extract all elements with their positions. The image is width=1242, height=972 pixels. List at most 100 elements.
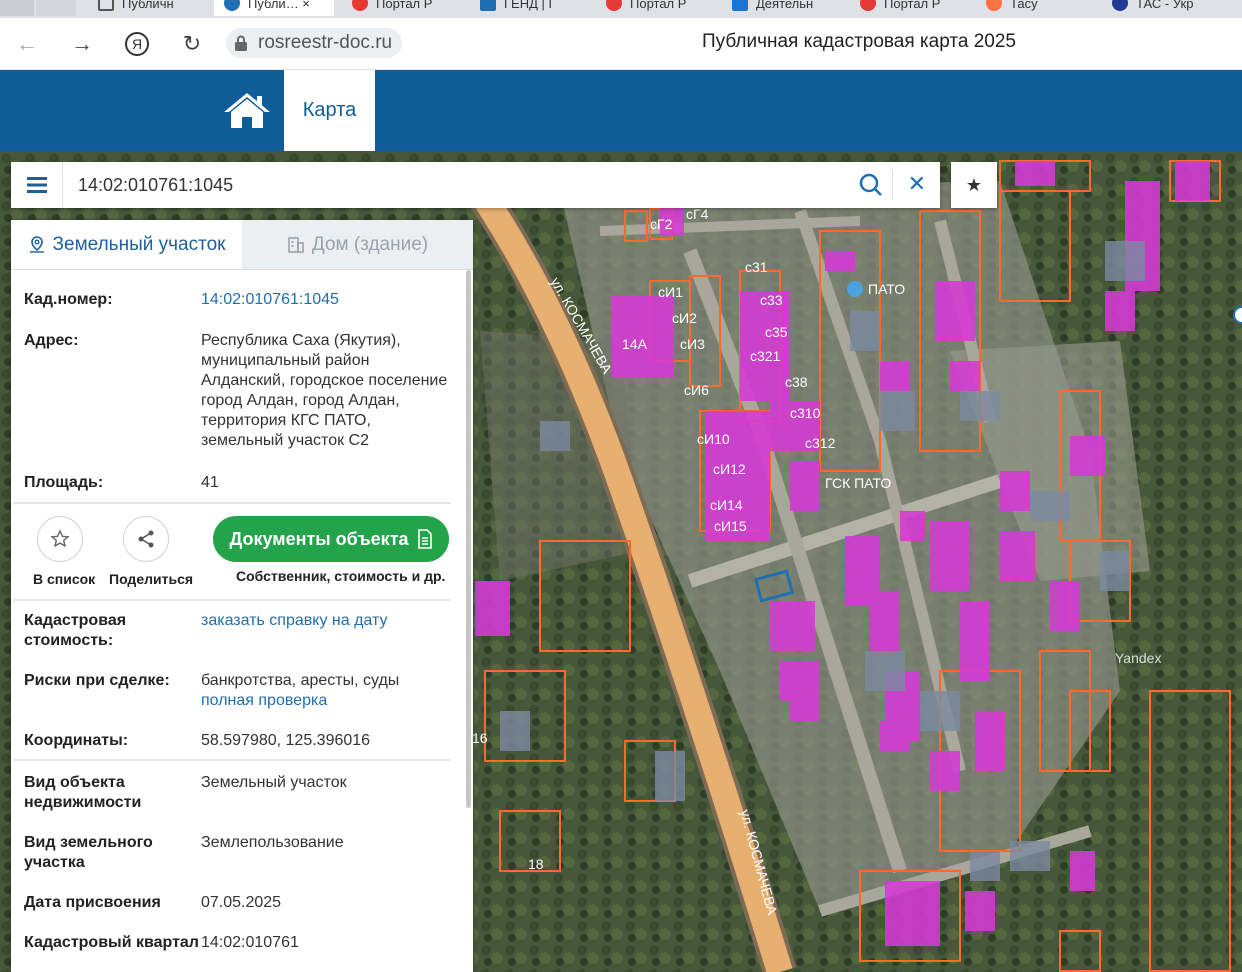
parcel-label: с38: [785, 374, 808, 390]
row-label: Кад.номер:: [24, 291, 113, 308]
parcel-label: с310: [790, 405, 821, 421]
reload-button[interactable]: ↻: [176, 28, 208, 60]
tab-building[interactable]: Дом (здание): [242, 220, 473, 269]
search-button[interactable]: [858, 172, 884, 198]
info-row-cadnumber: Кад.номер: 14:02:010761:1045: [11, 270, 455, 311]
browser-tab[interactable]: ГЕНД | Г: [480, 0, 590, 16]
forward-button[interactable]: →: [66, 28, 98, 60]
share-button[interactable]: [123, 516, 169, 562]
browser-tab[interactable]: Тасу: [986, 0, 1096, 16]
site-icon: [480, 0, 496, 11]
coordinates-value: 58.597980, 125.396016: [201, 732, 371, 749]
home-icon: [224, 93, 270, 128]
order-certificate-link[interactable]: заказать справку на дату: [201, 611, 451, 661]
clear-search-button[interactable]: ✕: [908, 171, 926, 197]
tab-label: ТАС - Укр: [1136, 0, 1194, 11]
parcel-label: сИ2: [672, 310, 697, 326]
documents-subtitle: Собственник, стоимость и др.: [236, 568, 446, 584]
site-icon: [732, 0, 748, 11]
parcel-label: 16: [472, 730, 488, 746]
parcel-label: сИ1: [658, 284, 683, 300]
parcel-label: сИ6: [684, 382, 709, 398]
parcel-label: с35: [765, 324, 788, 340]
row-label: Адрес:: [24, 332, 79, 349]
back-button[interactable]: ←: [11, 28, 43, 60]
nav-tab-map[interactable]: Карта: [284, 70, 375, 151]
tab-label: Деятельн: [756, 0, 814, 11]
search-icon: [859, 173, 882, 196]
browser-tab[interactable]: ТАС - Укр: [1112, 0, 1242, 16]
add-to-list-label: В список: [33, 571, 96, 587]
parcel-label: с321: [750, 348, 781, 364]
parcel-label: 14А: [622, 336, 648, 352]
parcel-label: сГ2: [650, 216, 673, 232]
parcel-label: сИ10: [697, 431, 730, 447]
building-icon: [288, 236, 304, 253]
info-row-land-type: Вид земельного участка Землепользование: [11, 821, 455, 881]
panel-tabs: Земельный участок Дом (здание): [11, 220, 473, 270]
site-icon: [606, 0, 622, 11]
car-icon: [847, 281, 863, 297]
object-info-panel: Земельный участок Дом (здание) Кад.номер…: [11, 220, 473, 972]
tab-label: ГЕНД | Г: [504, 0, 556, 11]
tab-label: Портал Р: [376, 0, 433, 11]
tab-land-plot[interactable]: Земельный участок: [11, 220, 242, 269]
site-icon: [986, 0, 1002, 11]
risks-text: банкротства, аресты, суды: [201, 672, 400, 689]
map-edge-marker: [1233, 306, 1242, 324]
add-to-list-button[interactable]: [37, 516, 83, 562]
tab-label: Земельный участок: [52, 233, 226, 255]
search-input[interactable]: [63, 174, 843, 196]
cadastral-search-bar: ✕: [11, 162, 940, 208]
row-label: Вид земельного участка: [24, 834, 153, 871]
parcel-label: 18: [528, 856, 544, 872]
divider: [892, 170, 893, 200]
yandex-attribution: Yandex: [1115, 650, 1161, 666]
poi-label: ПАТО: [868, 281, 905, 297]
star-icon: ★: [965, 174, 983, 195]
panel-scrollbar[interactable]: [466, 270, 471, 808]
risks-value: банкротства, аресты, суды полная проверк…: [201, 671, 451, 723]
parcel-label: с31: [745, 259, 768, 275]
row-label: Координаты:: [24, 732, 129, 749]
yandex-home-button[interactable]: Я: [121, 28, 153, 60]
area-label: ГСК ПАТО: [825, 475, 891, 491]
info-row-cadastral-value: Кадастровая стоимость: заказать справку …: [11, 601, 455, 661]
info-row-coordinates: Координаты: 58.597980, 125.396016: [11, 723, 455, 759]
info-row-risks: Риски при сделке: банкротства, аресты, с…: [11, 661, 455, 723]
info-row-cadastral-quarter: Кадастровый квартал 14:02:010761: [11, 921, 455, 972]
tab-label: Публи… ×: [248, 0, 310, 11]
browser-tab[interactable]: Портал Р: [606, 0, 716, 16]
page-title: Публичная кадастровая карта 2025: [702, 31, 1016, 52]
browser-tab-active[interactable]: Публи… ×: [214, 0, 334, 16]
poi-pato[interactable]: ПАТО: [847, 281, 905, 297]
home-button[interactable]: [222, 90, 272, 132]
browser-tab[interactable]: Публичн: [98, 0, 208, 16]
share-label: Поделиться: [109, 571, 194, 587]
site-icon: [224, 0, 240, 11]
close-icon: ✕: [907, 171, 926, 196]
browser-tab[interactable]: [36, 0, 76, 16]
object-documents-button[interactable]: Документы объекта: [213, 516, 449, 562]
browser-tab[interactable]: Деятельн: [732, 0, 842, 16]
url-text: rosreestr-doc.ru: [258, 32, 393, 53]
browser-tab[interactable]: Портал Р: [860, 0, 970, 16]
cadastral-number-link[interactable]: 14:02:010761:1045: [201, 290, 451, 311]
browser-tab[interactable]: Портал Р: [352, 0, 462, 16]
document-icon: [417, 529, 432, 549]
parcel-label: с312: [805, 435, 836, 451]
full-check-link[interactable]: полная проверка: [201, 691, 451, 711]
row-value: Землепользование: [201, 834, 344, 851]
menu-button[interactable]: [11, 162, 63, 208]
site-icon: [860, 0, 876, 11]
favorites-button[interactable]: ★: [951, 162, 997, 208]
url-field[interactable]: rosreestr-doc.ru: [226, 28, 403, 58]
page-icon: [98, 0, 114, 11]
area-value: 41: [201, 474, 219, 491]
lock-icon: [234, 35, 248, 51]
browser-tab[interactable]: [0, 0, 34, 16]
parcel-label: сИ15: [714, 518, 747, 534]
site-icon: [1112, 0, 1128, 11]
info-row-assigned-date: Дата присвоения 07.05.2025: [11, 881, 455, 921]
browser-tab-strip: Публичн Публи… × Портал Р ГЕНД | Г Порта…: [0, 0, 1242, 18]
